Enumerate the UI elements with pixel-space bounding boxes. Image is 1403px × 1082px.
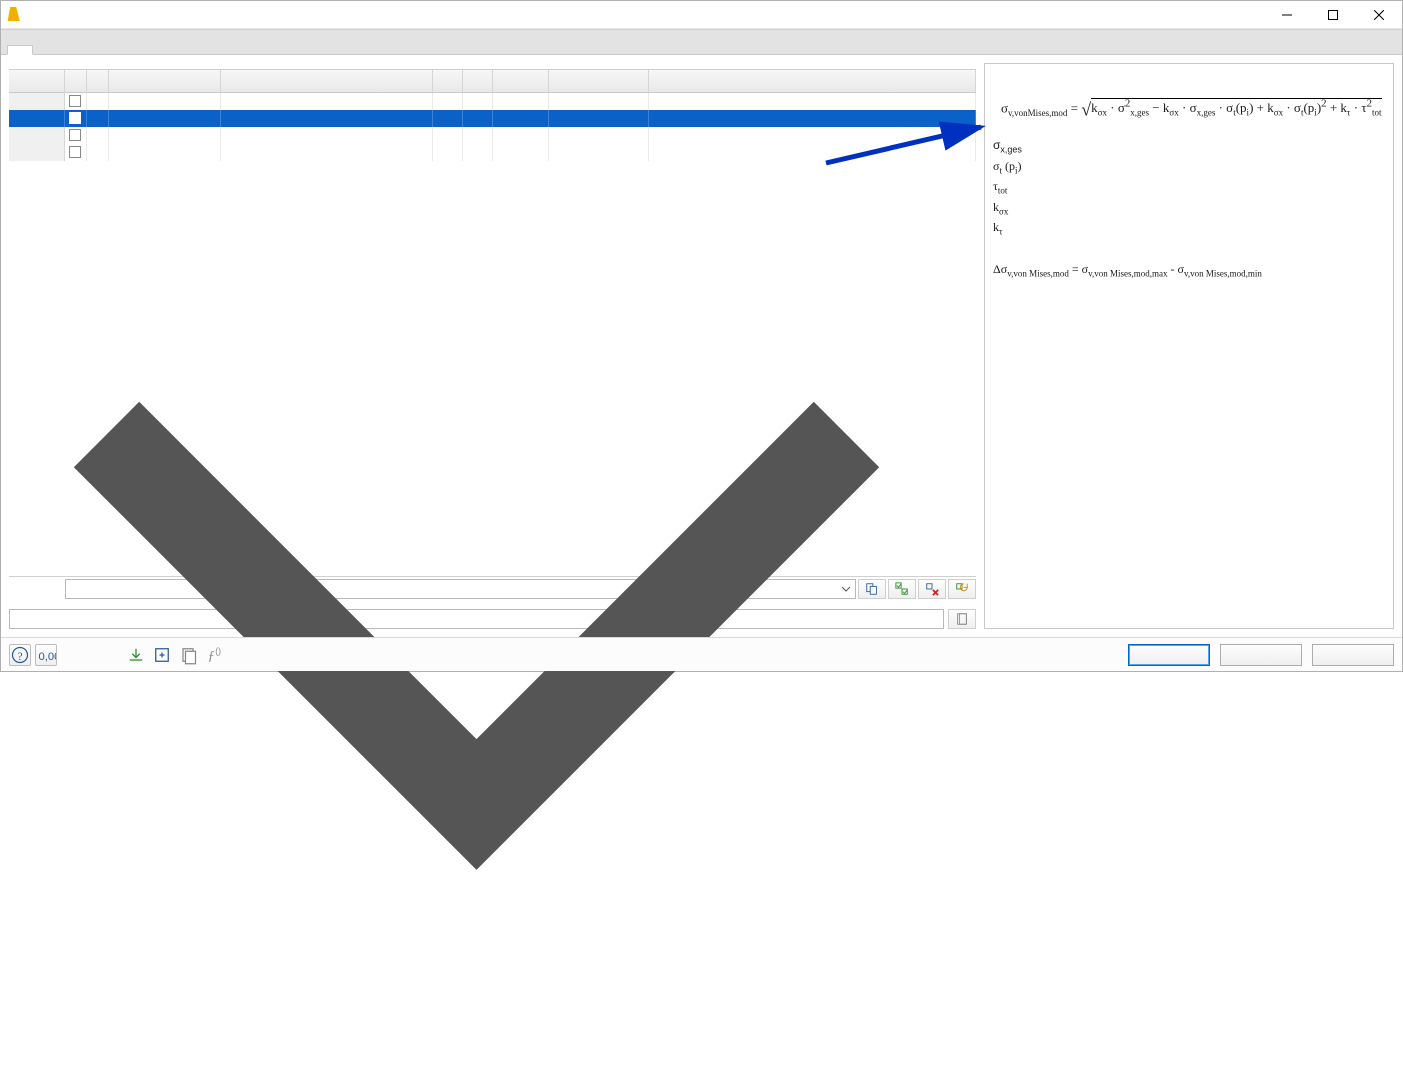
apply-button[interactable]	[1312, 644, 1394, 666]
svg-text:ƒ: ƒ	[208, 648, 215, 663]
table-row[interactable]	[9, 110, 976, 127]
col-limit-stress[interactable]	[549, 70, 649, 93]
checkbox-icon	[69, 95, 81, 107]
comment-library-button[interactable]	[948, 609, 976, 629]
import-button[interactable]	[125, 644, 147, 666]
bottom-bar: ? 0,00 ƒ()	[1, 637, 1402, 671]
chevron-down-icon	[14, 157, 939, 1082]
col-stress-type[interactable]	[109, 70, 221, 93]
ok-button[interactable]	[1128, 644, 1210, 666]
table-row[interactable]	[9, 93, 976, 110]
function-button[interactable]: ƒ()	[203, 644, 225, 666]
close-button[interactable]	[1356, 1, 1402, 29]
export-button[interactable]	[151, 644, 173, 666]
maximize-button[interactable]	[1310, 1, 1356, 29]
units-button[interactable]: 0,00	[35, 644, 57, 666]
checkbox-icon	[69, 112, 81, 124]
checkbox-icon	[69, 129, 81, 141]
svg-text:(): ()	[215, 645, 221, 655]
col-limit-type[interactable]	[221, 70, 433, 93]
comment-dropdown[interactable]	[9, 609, 944, 629]
info-panel: σv,vonMises,mod = √kσx · σ2x,ges − kσx ·…	[984, 63, 1394, 629]
reset-button[interactable]	[948, 579, 976, 599]
clipboard-button[interactable]	[177, 644, 199, 666]
help-button[interactable]: ?	[9, 644, 31, 666]
symbol-definitions: σx,ges σt (pi) τtot kσx kτ	[993, 138, 1385, 256]
app-icon	[7, 7, 23, 23]
svg-text:0,00: 0,00	[39, 651, 57, 663]
cancel-button[interactable]	[1220, 644, 1302, 666]
info-description	[993, 78, 1385, 92]
tab-spannungen[interactable]	[7, 45, 33, 55]
minimize-button[interactable]	[1264, 1, 1310, 29]
tab-bar	[1, 29, 1402, 55]
col-factor[interactable]	[493, 70, 549, 93]
tab-spezielle-optionen[interactable]	[33, 45, 59, 54]
svg-text:?: ?	[18, 651, 23, 663]
delta-formula: Δσv,von Mises,mod = σv,von Mises,mod,max…	[993, 260, 1385, 278]
titlebar	[1, 1, 1402, 29]
table-row[interactable]	[9, 127, 976, 144]
info-formula: σv,vonMises,mod = √kσx · σ2x,ges − kσx ·…	[993, 92, 1385, 138]
